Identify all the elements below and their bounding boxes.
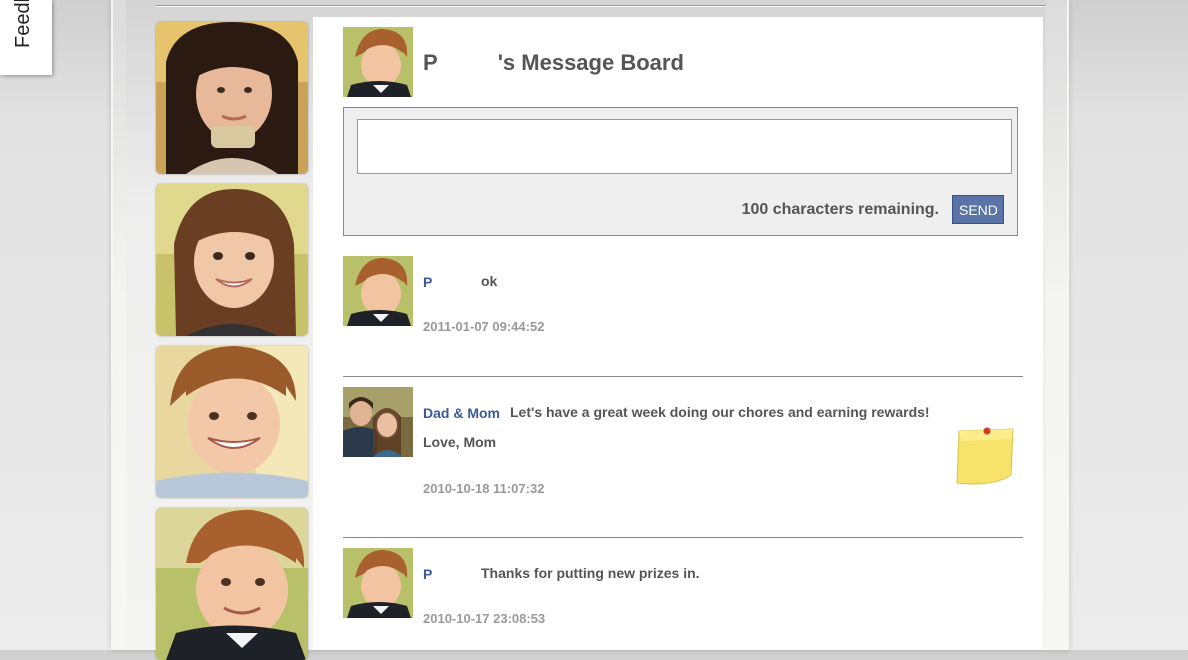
characters-remaining: 100 characters remaining. (741, 201, 939, 218)
message-board: P 's Message Board 100 characters remaini… (313, 17, 1043, 650)
author-avatar[interactable] (343, 387, 413, 457)
post-message: ok (481, 273, 498, 289)
photo-girl[interactable] (156, 184, 308, 336)
top-divider (156, 5, 1046, 7)
board-owner-avatar[interactable] (343, 27, 413, 97)
photo-boy-smiling[interactable] (156, 346, 308, 498)
message-input[interactable] (357, 119, 1012, 174)
sticky-note-icon (953, 425, 1017, 494)
page-title: P 's Message Board (423, 50, 684, 76)
post-timestamp: 2011-01-07 09:44:52 (423, 319, 545, 334)
post-timestamp: 2010-10-18 11:07:32 (423, 481, 545, 496)
feedback-label: Feedback (12, 0, 34, 48)
author-avatar[interactable] (343, 548, 413, 618)
compose-box: 100 characters remaining. SEND (343, 107, 1018, 236)
post-author-link[interactable]: P (423, 566, 432, 582)
author-avatar[interactable] (343, 256, 413, 326)
photo-boy-jacket[interactable] (156, 508, 308, 660)
board-owner-initial: P (423, 50, 438, 75)
post-author-link[interactable]: P (423, 274, 432, 290)
post-timestamp: 2010-10-17 23:08:53 (423, 611, 546, 626)
post-message: Thanks for putting new prizes in. (481, 565, 700, 581)
photo-girl-teen[interactable] (156, 22, 308, 174)
post-divider (343, 537, 1023, 538)
post-message: Let's have a great week doing our chores… (423, 404, 930, 450)
feedback-tab[interactable]: Feedback (0, 0, 52, 75)
send-button[interactable]: SEND (952, 195, 1004, 224)
board-title-suffix: 's Message Board (497, 50, 684, 75)
post-divider (343, 376, 1023, 377)
